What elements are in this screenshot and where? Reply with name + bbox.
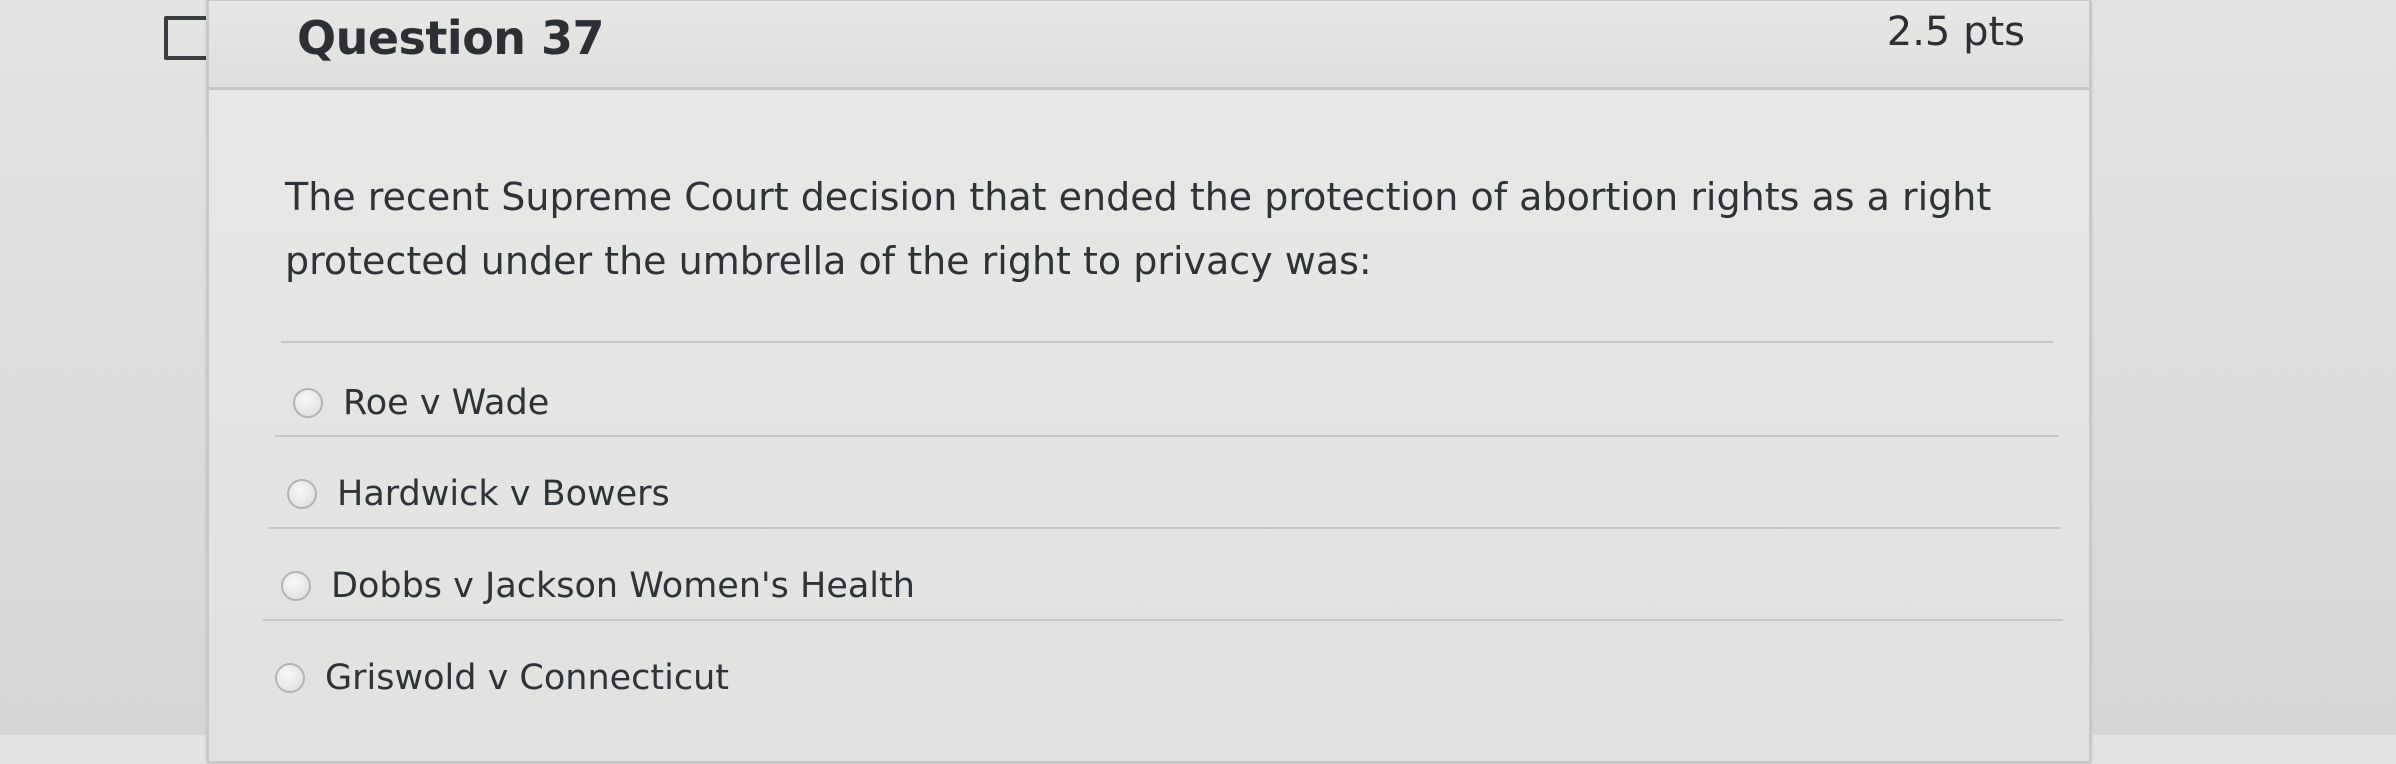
answer-label: Dobbs v Jackson Women's Health: [331, 566, 915, 606]
answer-label: Hardwick v Bowers: [337, 474, 670, 514]
answer-label: Griswold v Connecticut: [325, 658, 730, 698]
question-title: Question 37: [297, 11, 605, 65]
radio-button[interactable]: [287, 479, 317, 509]
question-text: The recent Supreme Court decision that e…: [285, 175, 1992, 283]
answer-option[interactable]: Dobbs v Jackson Women's Health: [281, 556, 915, 616]
answer-option[interactable]: Hardwick v Bowers: [287, 464, 670, 524]
answer-divider: [263, 619, 2063, 621]
answer-option[interactable]: Griswold v Connecticut: [275, 648, 729, 708]
question-header: Question 37 2.5 pts: [209, 1, 2089, 90]
answer-divider: [275, 435, 2059, 437]
question-card: Question 37 2.5 pts The recent Supreme C…: [206, 0, 2092, 764]
answer-divider: [269, 527, 2061, 529]
answer-label: Roe v Wade: [343, 383, 550, 423]
radio-button[interactable]: [281, 571, 311, 601]
radio-button[interactable]: [293, 388, 323, 418]
answers-top-divider: [281, 341, 2053, 343]
answer-option[interactable]: Roe v Wade: [293, 373, 549, 433]
radio-button[interactable]: [275, 663, 305, 693]
question-points: 2.5 pts: [1886, 9, 2025, 55]
